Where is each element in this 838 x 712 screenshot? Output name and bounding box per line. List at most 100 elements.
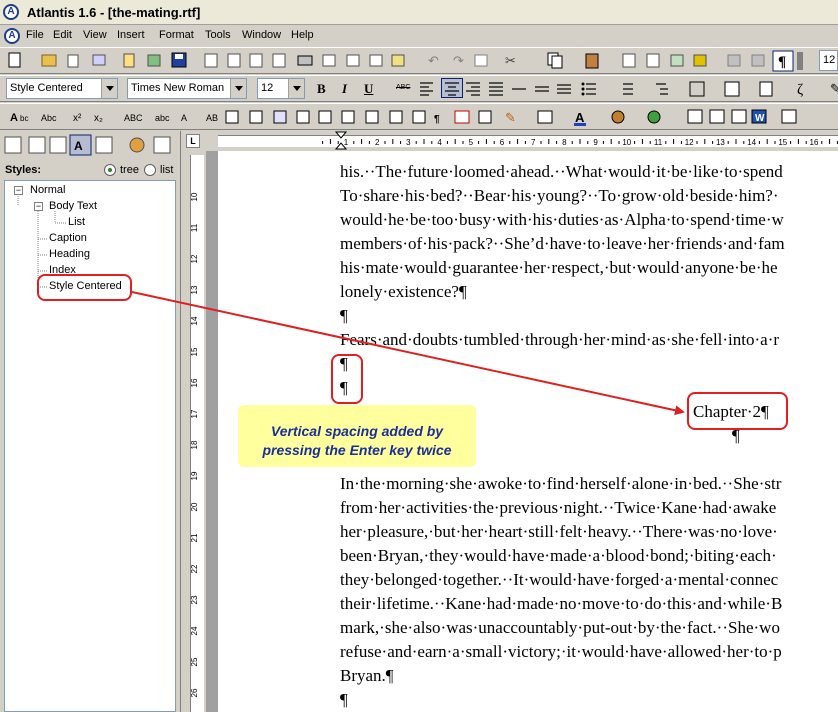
justify-icon [489, 82, 503, 96]
svg-text:abc: abc [155, 113, 170, 123]
text-line: lonely·existence?¶ [340, 282, 467, 301]
chapter-heading-highlight [687, 392, 788, 430]
text-line: mark,·she·also·was·unaccountably·put-out… [340, 618, 780, 637]
new-document-icon [8, 52, 21, 68]
pilcrow-highlight [331, 354, 363, 404]
redo-icon: ↷ [453, 54, 465, 69]
svg-text:ζ: ζ [797, 82, 803, 98]
style-item-body-text[interactable]: Body Text [49, 200, 97, 212]
style-item-caption[interactable]: Caption [49, 232, 87, 244]
style-centered-highlight [37, 274, 132, 301]
ruler-tick-label: 22 [190, 564, 199, 573]
align-left-icon [420, 82, 433, 96]
ruler-tick-label: 15 [190, 347, 199, 356]
paint-bucket-icon [611, 110, 625, 124]
ruler-tick-label: 14 [747, 138, 756, 147]
ruler-tick-label: 20 [190, 502, 199, 511]
style-item-heading[interactable]: Heading [49, 248, 90, 260]
ruler-tick-label: 16 [190, 378, 199, 387]
svg-text:ABC: ABC [124, 113, 143, 123]
styles-pane-toolbar: A [4, 134, 171, 156]
standard-toolbar-icons: ✂ ↶ ↷ ¶ [8, 50, 803, 72]
undo-icon: ↶ [428, 54, 439, 69]
list-radio-label: list [160, 164, 174, 176]
svg-text:bc: bc [20, 114, 28, 123]
ruler-tick-label: 12 [190, 254, 199, 263]
ruler-tick-label: 18 [190, 440, 199, 449]
svg-text:x²: x² [73, 113, 82, 124]
text-line: been·Bryan,·they·would·have·made·a·blood… [340, 546, 777, 565]
print-icon [297, 55, 313, 66]
ruler-tick-label: 2 [375, 138, 380, 147]
ruler-tick-label: 23 [190, 595, 199, 604]
normal-collapse-icon[interactable]: − [14, 186, 23, 195]
palette-icon [129, 137, 145, 153]
text-line: his·mate·would·guarantee·her·respect,·bu… [340, 258, 778, 277]
ruler-tick-label: 17 [190, 409, 199, 418]
text-line: his.··The·future·loomed·ahead.··What·wou… [340, 162, 783, 181]
style-item-normal[interactable]: Normal [30, 184, 65, 196]
menu-help[interactable]: Help [291, 29, 314, 41]
paste-icon [585, 53, 599, 69]
outline-icon [656, 83, 668, 95]
ruler-tick-label: 3 [406, 138, 411, 147]
atlantis-app-icon[interactable]: A [3, 4, 19, 20]
styles-label: Styles: [5, 164, 42, 176]
text-line: To·share·his·bed?··Bear·his·young?··To·g… [340, 186, 779, 205]
menu-edit[interactable]: Edit [53, 29, 72, 41]
body-text-collapse-icon[interactable]: − [34, 202, 43, 211]
tree-radio[interactable] [104, 164, 116, 176]
callout-line-1: Vertical spacing added by [270, 423, 444, 439]
ruler-tick-label: 7 [531, 138, 536, 147]
ruler-tick-label: 6 [500, 138, 505, 147]
callout-line-2: pressing the Enter key twice [262, 442, 452, 458]
copy-icon [547, 52, 563, 69]
tab-type-button[interactable]: L [186, 134, 200, 148]
pane-tab-icon [4, 136, 22, 154]
text-line: ¶ [340, 690, 348, 709]
text-line: they·belonged·together.··It·would·have·f… [340, 570, 779, 589]
svg-text:¶: ¶ [778, 54, 786, 70]
align-center-icon [445, 82, 459, 96]
tree-radio-label: tree [120, 164, 139, 176]
menu-format[interactable]: Format [159, 29, 194, 41]
pane-tab-icon [49, 136, 67, 154]
ruler-tick-label: 5 [469, 138, 474, 147]
horizontal-ruler-ticks: 1234567891011121314151617 [322, 138, 838, 147]
indent-marker-icon[interactable] [335, 131, 347, 151]
extra-toolbar-icons: A bc Abc x² x₂ ABC abc A AB ¶ ✎ A W [10, 109, 797, 126]
svg-text:✎: ✎ [830, 81, 838, 96]
svg-text:¶: ¶ [434, 114, 440, 125]
svg-text:✂: ✂ [505, 53, 516, 68]
cut-icon: ✂ [505, 53, 516, 68]
pilcrow-icon: ¶ [772, 50, 794, 72]
ruler-tick-label: 14 [190, 316, 199, 325]
list-radio[interactable] [144, 164, 156, 176]
menu-tools[interactable]: Tools [205, 29, 231, 41]
ruler-tick-label: 24 [190, 626, 199, 635]
style-item-list[interactable]: List [68, 216, 85, 228]
text-line: her·pleasure,·but·her·heart·still·felt·h… [340, 522, 778, 541]
document-icon[interactable]: A [4, 28, 20, 44]
zoom-combo[interactable]: 12 [819, 50, 838, 71]
vertical-ruler-ticks: 10 11 12 13 14 15 16 17 18 19 20 21 22 23 24 25 26 [190, 192, 199, 697]
ruler-tick-label: 8 [562, 138, 567, 147]
callout-box: Vertical spacing added by pressing the E… [238, 405, 476, 467]
svg-text:A: A [74, 139, 83, 153]
menu-insert[interactable]: Insert [117, 29, 145, 41]
menu-file[interactable]: File [26, 29, 44, 41]
svg-text:x₂: x₂ [94, 113, 103, 124]
case-icon: Abc [41, 113, 57, 123]
menu-window[interactable]: Window [242, 29, 281, 41]
text-line: from·her·activities·the·previous·night.·… [340, 498, 777, 517]
menu-view[interactable]: View [83, 29, 107, 41]
ruler-tick-label: 11 [190, 223, 199, 232]
ruler-tick-label: 26 [190, 688, 199, 697]
pane-tab-icon [28, 136, 46, 154]
ruler-tick-label: 11 [654, 138, 663, 147]
svg-text:W: W [755, 113, 765, 124]
format-toolbar-icons: ζ ✎ [420, 81, 838, 98]
align-right-icon [466, 82, 480, 96]
ruler-tick-label: 16 [810, 138, 819, 147]
border-icon [225, 110, 239, 124]
